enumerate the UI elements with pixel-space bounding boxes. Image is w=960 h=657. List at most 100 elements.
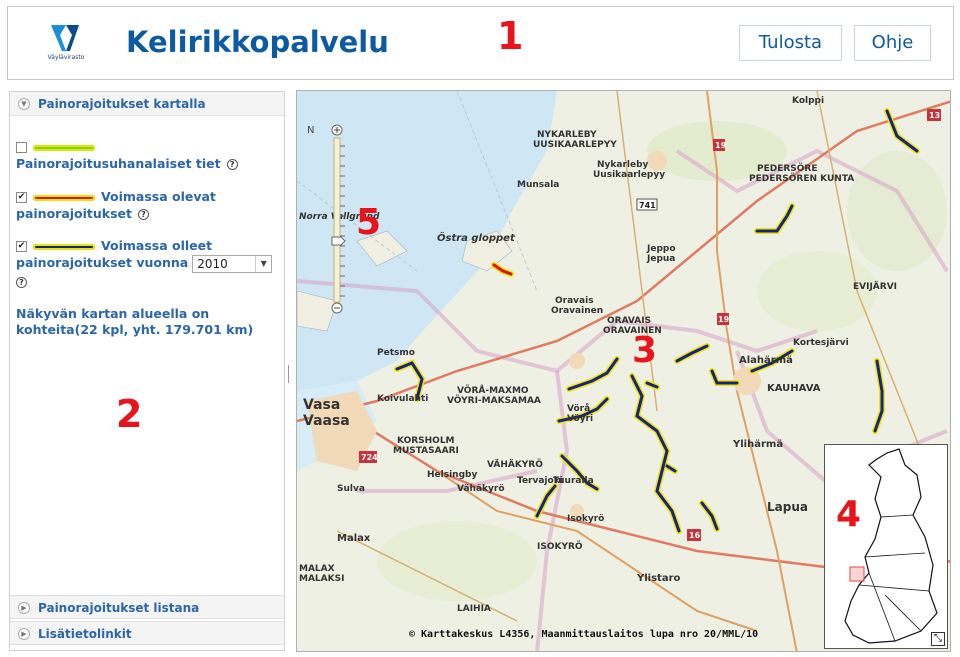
place-label: Munsala	[517, 180, 559, 190]
place-label: Vöyri	[567, 414, 593, 424]
section-list-header[interactable]: ▶ Painorajoitukset listana	[10, 595, 284, 619]
place-label: Tuuralla	[553, 476, 594, 486]
help-icon[interactable]: ?	[16, 276, 27, 288]
place-label: Helsingby	[427, 470, 477, 480]
overview-map[interactable]: ⤡	[824, 444, 948, 649]
vaylavirasto-logo: Väylävirasto	[36, 21, 96, 67]
expand-icon[interactable]: ⤡	[931, 632, 945, 646]
place-label: Kolppi	[792, 96, 824, 106]
active-restriction-segments[interactable]	[491, 262, 514, 277]
app-header: Väylävirasto Kelirikkopalvelu Tulosta Oh…	[7, 6, 954, 80]
north-label: N	[307, 125, 314, 136]
layer-threatened-roads: Painorajoitusuhanalaiset tiet?	[16, 138, 238, 172]
road-number: 13	[929, 111, 940, 120]
help-button[interactable]: Ohje	[854, 25, 931, 61]
place-label: VÖRÅ-MAXMO	[457, 385, 529, 396]
annotation-2: 2	[116, 392, 143, 436]
section-map-header[interactable]: ▼ Painorajoitukset kartalla	[10, 92, 284, 116]
layer-past-swatch	[33, 243, 95, 250]
year-select-value: 2010	[197, 256, 228, 271]
place-label: Ylistaro	[636, 573, 681, 584]
place-label: Sulva	[337, 484, 365, 494]
print-button[interactable]: Tulosta	[739, 25, 842, 61]
layer-active-swatch	[33, 194, 95, 201]
place-label: UUSIKAARLEPYY	[533, 140, 617, 150]
place-label: Jepua	[646, 254, 675, 264]
layer-threatened-swatch	[33, 144, 95, 151]
section-map-label: Painorajoitukset kartalla	[38, 97, 206, 111]
place-label: Jeppo	[646, 244, 676, 254]
place-label: KORSHOLM	[397, 436, 455, 446]
place-label: VÖYRI-MAKSAMAA	[447, 395, 541, 406]
place-label: Petsmo	[377, 348, 415, 358]
panel-splitter[interactable]	[288, 365, 291, 383]
collapse-icon: ▼	[18, 98, 30, 110]
place-label: Isokyrö	[567, 514, 604, 524]
place-label: Vasa	[303, 397, 340, 413]
place-label: Vähäkyrö	[457, 484, 505, 494]
place-label: Ylihärmä	[732, 439, 783, 450]
place-label: PEDERSÖREN KUNTA	[749, 173, 854, 184]
help-icon[interactable]: ?	[138, 209, 149, 220]
map-copyright: © Karttakeskus L4356, Maanmittauslaitos …	[409, 629, 759, 640]
place-label: Lapua	[767, 500, 808, 514]
place-label: MUSTASAARI	[393, 446, 459, 456]
expand-icon: ▶	[18, 602, 30, 614]
place-label: Vaasa	[303, 413, 350, 429]
place-label: PEDERSÖRE	[757, 163, 818, 174]
layer-active-label-b: painorajoitukset	[16, 206, 132, 221]
annotation-4: 4	[836, 494, 862, 535]
layer-past-label-a: Voimassa olleet	[101, 238, 213, 253]
viewport-indicator	[849, 566, 865, 582]
year-select[interactable]: 2010 ▼	[192, 254, 273, 273]
place-label: KAUHAVA	[767, 383, 821, 394]
logo-text: Väylävirasto	[47, 54, 85, 61]
place-label: Kortesjärvi	[793, 338, 849, 348]
layer-past-checkbox[interactable]: ✔	[16, 241, 27, 252]
place-label: MALAX	[299, 564, 335, 574]
place-label: Nykarleby	[597, 160, 649, 170]
road-number: 741	[639, 201, 656, 210]
place-label: ORAVAIS	[607, 316, 651, 326]
map-view[interactable]: NYKARLEBY UUSIKAARLEPYY Nykarleby Uusika…	[296, 90, 951, 652]
place-label: MALAKSI	[299, 574, 344, 584]
place-label: Koivulahti	[377, 394, 428, 404]
chevron-down-icon[interactable]: ▼	[255, 255, 271, 272]
annotation-5: 5	[356, 202, 382, 243]
place-label: Uusikaarlepyy	[593, 170, 665, 180]
place-label: EVIJÄRVI	[853, 281, 897, 292]
place-label: Östra gloppet	[437, 230, 516, 244]
section-links-header[interactable]: ▶ Lisätietolinkit	[10, 621, 284, 645]
layer-active-checkbox[interactable]: ✔	[16, 192, 27, 203]
place-label: NYKARLEBY	[537, 130, 597, 140]
place-label: Oravainen	[551, 306, 603, 316]
annotation-3: 3	[632, 330, 658, 371]
zoom-slider[interactable]	[331, 124, 347, 314]
help-icon[interactable]: ?	[226, 159, 238, 170]
place-label: VÄHÄKYRÖ	[487, 459, 543, 470]
place-label: Vörå	[567, 403, 590, 414]
section-list-label: Painorajoitukset listana	[38, 601, 200, 615]
page-title: Kelirikkopalvelu	[126, 25, 389, 59]
place-label: Alahärmä	[739, 355, 793, 366]
logo-mark-icon	[51, 25, 79, 51]
road-number: 19	[715, 141, 727, 150]
section-links-label: Lisätietolinkit	[38, 627, 132, 641]
expand-icon: ▶	[18, 628, 30, 640]
place-label: ISOKYRÖ	[537, 541, 583, 552]
road-number: 724	[361, 453, 378, 462]
layer-past-restrictions: ✔ Voimassa olleet painorajoitukset vuonna…	[16, 237, 273, 290]
place-label: LAIHIA	[457, 604, 491, 614]
annotation-1: 1	[497, 14, 524, 58]
layer-threatened-label: Painorajoitusuhanalaiset tiet	[16, 156, 221, 171]
place-label: Oravais	[555, 296, 594, 306]
layer-past-label-b: painorajoitukset vuonna	[16, 255, 189, 270]
zoom-handle[interactable]	[331, 236, 346, 246]
road-number: 16	[689, 531, 701, 540]
finland-outline	[844, 448, 938, 644]
layer-active-restrictions: ✔ Voimassa olevat painorajoitukset?	[16, 188, 216, 222]
layer-threatened-checkbox[interactable]	[16, 142, 27, 153]
summary-text: Näkyvän kartan alueella on kohteita(22 k…	[16, 306, 254, 337]
sidebar: ▼ Painorajoitukset kartalla Painorajoitu…	[9, 91, 285, 651]
road-number: 19	[718, 315, 730, 324]
